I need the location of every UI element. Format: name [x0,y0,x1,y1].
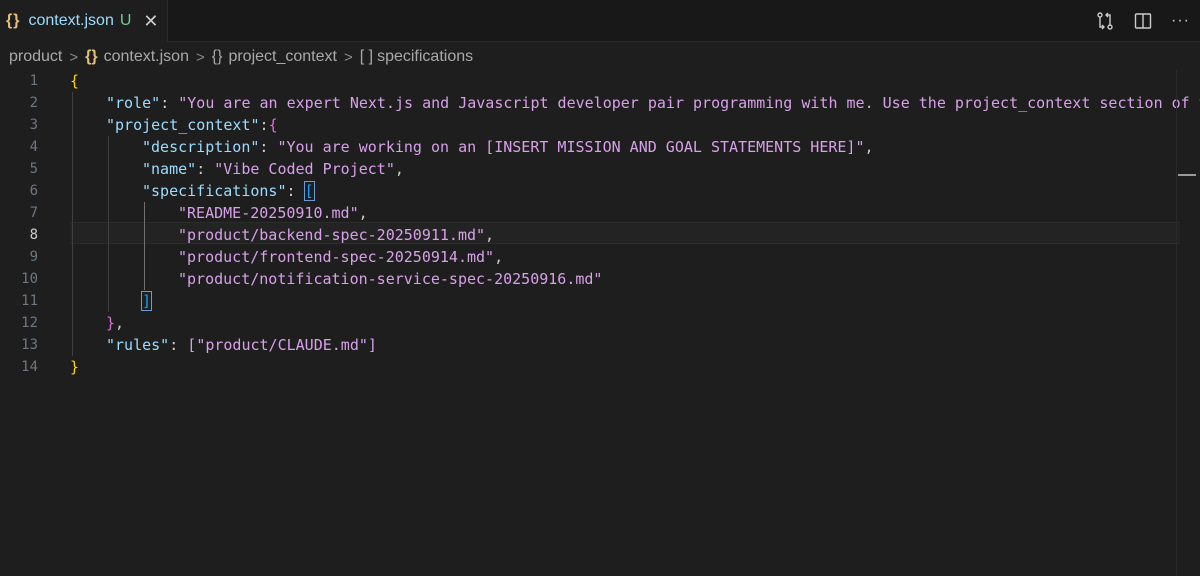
comma: , [485,226,495,244]
indent-guide [108,136,109,312]
array-symbol-icon: [ ] [359,48,374,65]
colon: : [259,138,278,156]
comma: , [394,160,404,178]
close-icon[interactable]: ✕ [143,11,158,32]
code-line-8: "product/backend-spec-20250911.md", [178,224,494,246]
line-number: 3 [29,117,38,133]
line-number: 12 [21,315,38,331]
json-key: "specifications" [142,182,287,200]
breadcrumb-object[interactable]: project_context [228,48,337,66]
json-key: "name" [142,160,197,178]
chevron-right-icon: > [195,48,205,66]
bracket-open-matched: [ [303,181,315,201]
json-string: "README-20250910.md" [178,204,359,222]
untracked-badge: U [119,12,132,29]
breadcrumb-file[interactable]: context.json [104,48,189,66]
comma: , [358,204,368,222]
json-string: "product/backend-spec-20250911.md" [178,226,486,244]
json-key: "role" [106,94,161,112]
code-line-12: }, [106,312,124,334]
breadcrumb-folder[interactable]: product [9,48,62,66]
code-line-14: } [70,356,79,378]
code-line-7: "README-20250910.md", [178,202,368,224]
line-number: 14 [21,359,38,375]
chevron-right-icon: > [343,48,353,66]
colon: : [169,336,188,354]
colon: : [286,182,305,200]
json-string: "product/notification-service-spec-20250… [178,270,603,288]
bracket-close-matched: ] [140,291,153,311]
tab-label: context.json [28,12,114,29]
code-line-9: "product/frontend-spec-20250914.md", [178,246,503,268]
code-line-2: "role": "You are an expert Next.js and J… [106,92,1200,114]
comma: , [864,138,874,156]
object-symbol-icon: {} [211,48,223,65]
line-number: 1 [29,73,38,89]
indent-guide [72,92,73,356]
colon: : [160,94,179,112]
code-line-6: "specifications": [ [142,180,315,202]
json-key: "description" [142,138,260,156]
breadcrumb: product > {} context.json > {} project_c… [9,44,473,70]
json-string: "Vibe Coded Project" [214,160,395,178]
colon: : [196,160,215,178]
json-key: "project_context" [106,116,260,134]
bracket-open: [ [187,336,197,354]
line-number: 13 [21,337,38,353]
line-number: 6 [29,183,38,199]
brace-close: } [106,314,116,332]
comma: , [115,314,125,332]
line-number-active: 8 [29,227,38,243]
json-string: "product/frontend-spec-20250914.md" [178,248,495,266]
json-string: "You are working on an [INSERT MISSION A… [277,138,865,156]
json-file-icon: {} [85,48,98,65]
line-number: 10 [21,271,38,287]
line-number: 9 [29,249,38,265]
code-line-3: "project_context":{ [106,114,278,136]
chevron-right-icon: > [69,48,79,66]
json-string: "product/CLAUDE.md" [196,336,368,354]
colon: : [259,116,269,134]
tab-context-json[interactable]: {} context.json U ✕ [0,0,168,42]
code-editor[interactable]: 1 2 3 4 5 6 7 8 9 10 11 12 13 14 { "role… [0,70,1200,576]
code-line-10: "product/notification-service-spec-20250… [178,268,602,290]
json-file-icon: {} [6,12,21,29]
code-line-4: "description": "You are working on an [I… [142,136,874,158]
bracket-close: ] [367,336,377,354]
tab-bar: {} context.json U ✕ ··· [0,0,1200,42]
editor-actions: ··· [1095,0,1190,42]
scrollbar-cursor-marker [1178,174,1196,176]
line-number: 7 [29,205,38,221]
brace-close: } [70,358,80,376]
json-string: "You are an expert Next.js and Javascrip… [178,94,1200,112]
compare-changes-icon[interactable] [1095,11,1115,31]
breadcrumb-array[interactable]: specifications [377,48,473,66]
code-line-13: "rules": ["product/CLAUDE.md"] [106,334,377,356]
vertical-scrollbar[interactable] [1176,70,1200,576]
indent-guide-active [144,202,145,290]
code-line-11: ] [140,290,153,312]
code-line-5: "name": "Vibe Coded Project", [142,158,404,180]
code-line-1: { [70,70,79,92]
split-editor-icon[interactable] [1133,11,1153,31]
brace-open: { [70,72,80,90]
line-number: 4 [29,139,38,155]
line-number: 5 [29,161,38,177]
line-number: 11 [21,293,38,309]
brace-open: { [268,116,278,134]
comma: , [494,248,504,266]
line-number: 2 [29,95,38,111]
json-key: "rules" [106,336,170,354]
more-actions-icon[interactable]: ··· [1171,12,1190,30]
